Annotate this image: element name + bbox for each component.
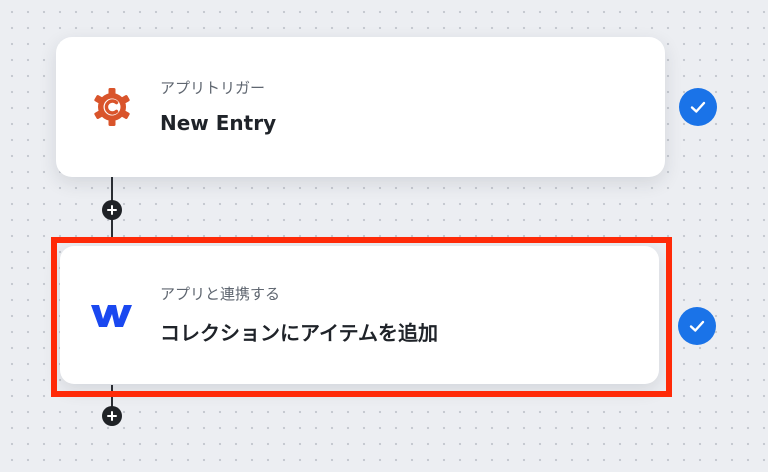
- status-check-icon: [679, 88, 717, 126]
- step-type-label: アプリトリガー: [160, 79, 266, 97]
- connector-line: [111, 385, 113, 407]
- plus-icon: [107, 411, 117, 421]
- status-check-icon: [678, 307, 716, 345]
- action-step-card[interactable]: アプリと連携する コレクションにアイテムを追加: [60, 246, 659, 384]
- step-title: コレクションにアイテムを追加: [160, 321, 438, 345]
- webflow-w-icon: [88, 292, 134, 338]
- add-step-button[interactable]: [102, 406, 122, 426]
- step-type-label: アプリと連携する: [160, 285, 281, 303]
- cog-c-icon: [90, 85, 134, 129]
- add-step-button[interactable]: [102, 200, 122, 220]
- trigger-step-card[interactable]: アプリトリガー New Entry: [56, 37, 665, 177]
- step-title: New Entry: [160, 111, 277, 135]
- plus-icon: [107, 205, 117, 215]
